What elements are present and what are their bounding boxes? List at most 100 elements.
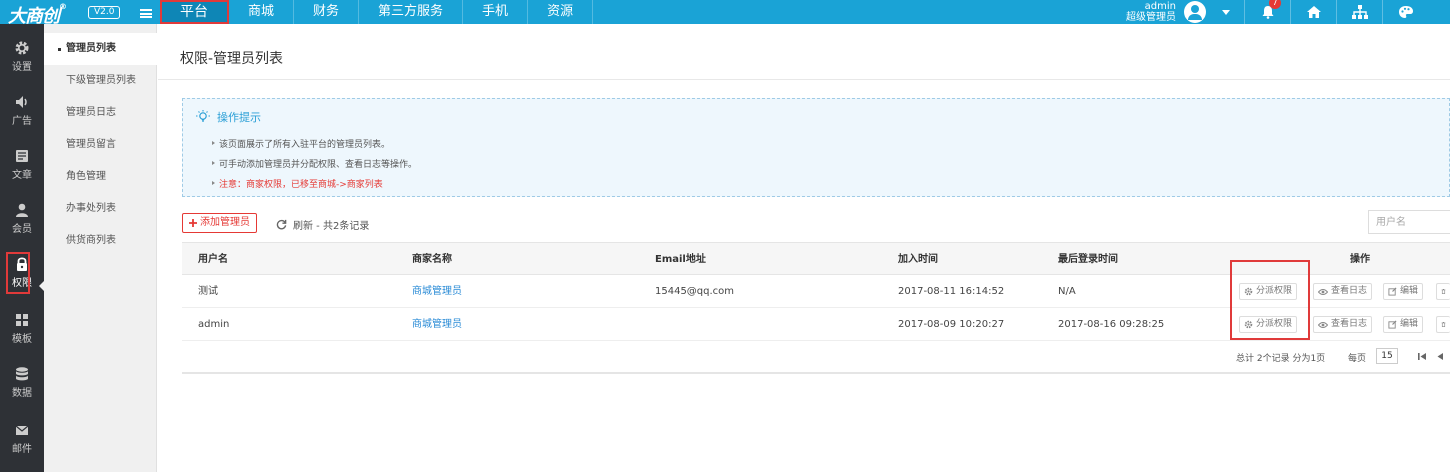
pagination-summary: 总计 2个记录 分为1页 [1236, 354, 1326, 364]
home-icon [1306, 6, 1321, 18]
eye-icon [1318, 321, 1328, 328]
nav-finance[interactable]: 财务 [294, 0, 360, 24]
cell-username: admin [198, 319, 230, 330]
user-info[interactable]: admin 超级管理员 [1124, 1, 1176, 23]
trash-icon [1441, 289, 1446, 294]
version-badge: V2.0 [88, 6, 121, 19]
submenu-item-admin-log[interactable]: 管理员日志 [44, 97, 157, 129]
sitemap-button[interactable] [1336, 0, 1382, 24]
sidebar-item-data[interactable]: 数据 [0, 358, 44, 408]
home-button[interactable] [1290, 0, 1336, 24]
refresh-label: 刷新 - 共2条记录 [293, 221, 370, 232]
sidebar-item-templates[interactable]: 模板 [0, 304, 44, 354]
palette-icon [1398, 6, 1413, 18]
tips-panel: 操作提示 该页面展示了所有入驻平台的管理员列表。 可手动添加管理员并分配权限、查… [182, 98, 1450, 197]
sidebar-label-mail: 邮件 [12, 444, 32, 455]
nav-mall[interactable]: 商城 [229, 0, 295, 24]
sidebar-label-articles: 文章 [12, 170, 32, 181]
tip-line: 该页面展示了所有入驻平台的管理员列表。 [211, 137, 390, 150]
database-icon [16, 367, 28, 381]
nav-resources[interactable]: 资源 [528, 0, 594, 24]
tip-warning: 注意：商家权限，已移至商城->商家列表 [212, 177, 383, 190]
selection-highlight [1230, 260, 1310, 340]
per-page-label: 每页 [1348, 354, 1367, 364]
sidebar-item-members[interactable]: 会员 [0, 194, 44, 244]
chevron-down-icon[interactable] [1222, 10, 1230, 15]
user-icon [16, 203, 28, 217]
nav-mobile[interactable]: 手机 [463, 0, 529, 24]
lightbulb-icon [196, 110, 210, 122]
menu-toggle-icon[interactable] [140, 9, 152, 18]
edit-icon [1388, 320, 1397, 329]
sidebar-item-articles[interactable]: 文章 [0, 140, 44, 190]
view-log-label: 查看日志 [1331, 319, 1368, 329]
prev-page-icon[interactable] [1436, 352, 1444, 361]
main-sidebar: 设置 广告 文章 会员 权限 模板 数据 邮件 [0, 24, 44, 472]
column-joined: 加入时间 [898, 254, 938, 265]
nav-platform[interactable]: 平台 [160, 0, 229, 24]
column-last-login: 最后登录时间 [1058, 254, 1118, 265]
page-title: 权限-管理员列表 [180, 51, 284, 67]
add-admin-label: 添加管理员 [200, 217, 250, 228]
submenu-item-offices[interactable]: 办事处列表 [44, 193, 157, 225]
sidebar-item-permissions[interactable]: 权限 [0, 248, 44, 298]
mail-icon [15, 425, 29, 435]
eye-icon [1318, 288, 1328, 295]
submenu-item-admin-messages[interactable]: 管理员留言 [44, 129, 157, 161]
add-admin-button[interactable]: 添加管理员 [182, 213, 257, 233]
delete-button[interactable] [1436, 283, 1450, 300]
sidebar-label-templates: 模板 [12, 334, 32, 345]
column-email: Email地址 [655, 254, 706, 265]
edit-icon [1388, 287, 1397, 296]
sidebar-label-data: 数据 [12, 388, 32, 399]
sidebar-item-ads[interactable]: 广告 [0, 86, 44, 136]
selection-highlight [6, 252, 30, 294]
view-log-button[interactable]: 查看日志 [1313, 316, 1373, 333]
grid-icon [16, 314, 28, 326]
divider [158, 79, 1450, 80]
refresh-button[interactable]: 刷新 - 共2条记录 [276, 217, 369, 232]
delete-button[interactable] [1436, 316, 1450, 333]
sidebar-label-settings: 设置 [12, 62, 32, 73]
cell-last-login: N/A [1058, 286, 1076, 297]
column-shop-name: 商家名称 [412, 254, 452, 265]
cell-joined: 2017-08-11 16:14:52 [898, 286, 1005, 297]
view-log-button[interactable]: 查看日志 [1313, 283, 1373, 300]
cell-last-login: 2017-08-16 09:28:25 [1058, 319, 1165, 330]
cell-username: 测试 [198, 286, 218, 297]
per-page-input[interactable]: 15 [1376, 348, 1398, 364]
edit-button[interactable]: 编辑 [1383, 316, 1424, 333]
tips-heading: 操作提示 [195, 109, 261, 125]
edit-label: 编辑 [1400, 319, 1419, 329]
cell-shop-link[interactable]: 商城管理员 [412, 308, 462, 341]
edit-label: 编辑 [1400, 286, 1419, 296]
submenu-item-suppliers[interactable]: 供货商列表 [44, 225, 157, 257]
gear-icon [15, 41, 29, 55]
notifications-button[interactable]: 7 [1244, 0, 1290, 24]
theme-button[interactable] [1382, 0, 1428, 24]
submenu-item-sub-admin-list[interactable]: 下级管理员列表 [44, 65, 157, 97]
sidebar-item-mail[interactable]: 邮件 [0, 414, 44, 464]
avatar[interactable] [1184, 1, 1206, 23]
column-actions: 操作 [1350, 254, 1370, 265]
top-bar: 大商创® V2.0 平台 商城 财务 第三方服务 手机 资源 admin 超级管… [0, 0, 1450, 27]
notification-badge: 7 [1269, 0, 1281, 9]
sidebar-label-members: 会员 [12, 224, 32, 235]
plus-icon [189, 219, 197, 227]
username-search-input[interactable] [1368, 210, 1450, 234]
submenu-item-roles[interactable]: 角色管理 [44, 161, 157, 193]
cell-joined: 2017-08-09 10:20:27 [898, 319, 1005, 330]
edit-button[interactable]: 编辑 [1383, 283, 1424, 300]
article-icon [16, 150, 28, 162]
view-log-label: 查看日志 [1331, 286, 1368, 296]
cell-shop-link[interactable]: 商城管理员 [412, 275, 462, 308]
sidebar-item-settings[interactable]: 设置 [0, 32, 44, 82]
submenu-item-admin-list[interactable]: 管理员列表 [44, 33, 157, 65]
main-content: 权限-管理员列表 操作提示 该页面展示了所有入驻平台的管理员列表。 可手动添加管… [158, 24, 1450, 472]
user-name: admin [1144, 1, 1176, 12]
first-page-icon[interactable] [1418, 352, 1427, 361]
sidebar-label-ads: 广告 [12, 116, 32, 127]
cell-email: 15445@qq.com [655, 286, 735, 297]
nav-third-party[interactable]: 第三方服务 [359, 0, 464, 24]
submenu-pointer [39, 280, 45, 292]
